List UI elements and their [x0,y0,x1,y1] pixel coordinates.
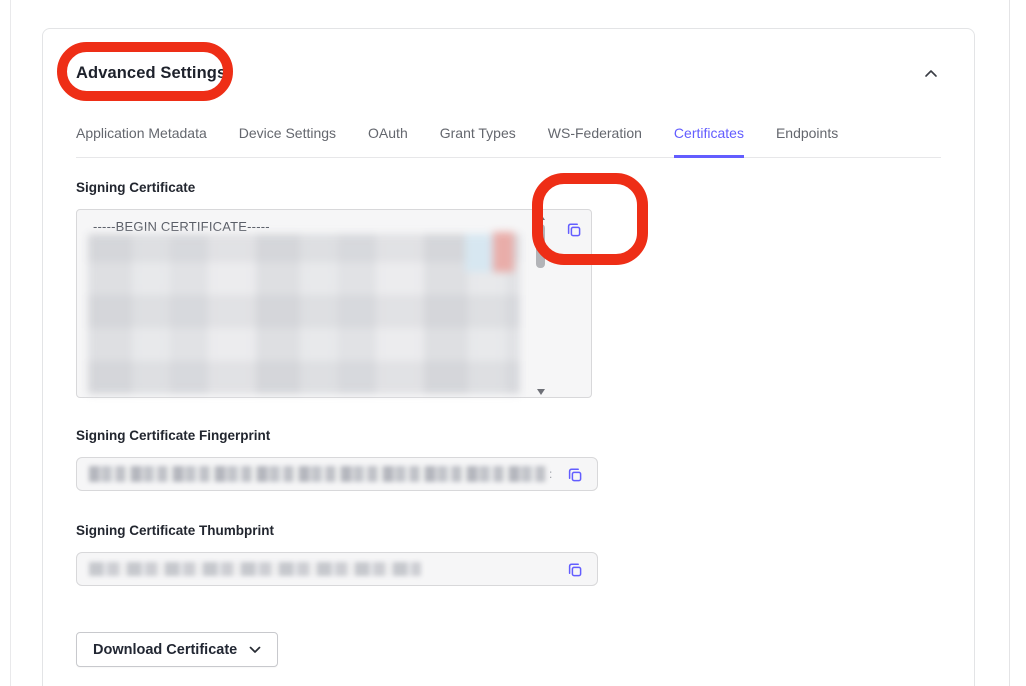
copy-icon [566,466,584,484]
panel-header: Advanced Settings [76,63,941,83]
page-right-border [1009,0,1010,686]
chevron-up-icon [924,69,938,78]
page: Advanced Settings Application Metadata D… [0,0,1026,686]
thumbprint-field[interactable] [76,552,598,586]
chevron-down-icon [249,646,261,654]
signing-certificate-copy-button[interactable] [564,220,584,240]
certificate-scrollbar[interactable] [535,214,547,395]
redacted-fingerprint-value [89,466,547,482]
tab-certificates[interactable]: Certificates [674,125,744,158]
scroll-up-arrow-icon[interactable] [537,214,545,220]
advanced-settings-tabs: Application Metadata Device Settings OAu… [76,125,941,158]
redacted-block [465,234,493,272]
tab-device-settings[interactable]: Device Settings [239,125,336,158]
tab-ws-federation[interactable]: WS-Federation [548,125,642,158]
thumbprint-copy-button[interactable] [565,560,585,580]
signing-certificate-label: Signing Certificate [76,180,941,196]
thumbprint-label: Signing Certificate Thumbprint [76,523,941,539]
collapse-panel-button[interactable] [921,63,941,83]
redacted-block [493,232,514,272]
download-certificate-button[interactable]: Download Certificate [76,632,278,667]
fingerprint-copy-button[interactable] [565,465,585,485]
copy-icon [565,221,583,239]
scrollbar-thumb[interactable] [536,224,545,268]
tab-endpoints[interactable]: Endpoints [776,125,838,158]
fingerprint-trailing-char: : [549,467,552,481]
fingerprint-label: Signing Certificate Fingerprint [76,428,941,444]
copy-icon [566,561,584,579]
redacted-thumbprint-value [89,562,421,576]
certificate-begin-line: -----BEGIN CERTIFICATE----- [93,219,270,234]
tab-oauth[interactable]: OAuth [368,125,408,158]
fingerprint-field[interactable]: : [76,457,598,491]
advanced-settings-panel: Advanced Settings Application Metadata D… [42,28,975,686]
redacted-certificate-content [88,234,520,394]
signing-certificate-textarea[interactable]: -----BEGIN CERTIFICATE----- [76,209,592,398]
download-certificate-label: Download Certificate [93,642,237,658]
tab-application-metadata[interactable]: Application Metadata [76,125,207,158]
page-left-border [10,0,11,686]
tab-grant-types[interactable]: Grant Types [440,125,516,158]
scroll-down-arrow-icon[interactable] [537,389,545,395]
page-title: Advanced Settings [76,64,226,83]
